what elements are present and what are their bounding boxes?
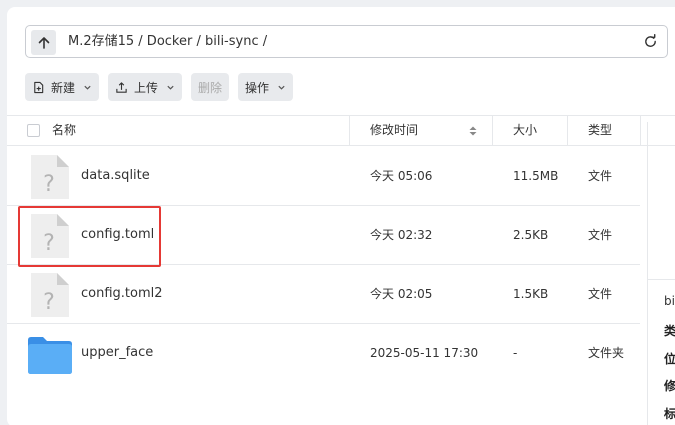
table-row[interactable]: ? data.sqlite 今天 05:06 11.5MB 文件 (7, 147, 640, 206)
action-button[interactable]: 操作 (238, 73, 293, 101)
file-modified: 今天 02:05 (370, 287, 433, 301)
details-location-label: 位置 (664, 352, 675, 366)
unknown-file-icon: ? (31, 214, 69, 258)
upload-button-label: 上传 (134, 80, 159, 95)
upload-button[interactable]: 上传 (108, 73, 182, 101)
details-type-label: 类型 (664, 324, 675, 338)
file-type: 文件夹 (588, 346, 625, 360)
file-name[interactable]: config.toml (81, 206, 154, 264)
column-header-name[interactable]: 名称 (52, 116, 76, 145)
refresh-icon (644, 33, 656, 47)
file-size: 11.5MB (513, 169, 559, 183)
folder-icon (28, 337, 72, 374)
file-modified: 今天 05:06 (370, 169, 433, 183)
file-size: 1.5KB (513, 287, 549, 301)
delete-button-label: 删除 (197, 80, 222, 95)
sort-icon[interactable] (468, 125, 478, 137)
file-name[interactable]: data.sqlite (81, 147, 150, 205)
details-panel: bili 类型 位置 修改 标签 (648, 279, 675, 425)
file-name[interactable]: config.toml2 (81, 265, 163, 323)
new-file-icon (34, 81, 44, 93)
select-all-checkbox[interactable] (27, 124, 40, 137)
column-divider[interactable] (349, 116, 350, 145)
unknown-file-icon: ? (31, 273, 69, 317)
chevron-down-icon (167, 85, 174, 90)
column-divider[interactable] (567, 116, 568, 145)
address-path[interactable]: M.2存储15 / Docker / bili-sync / (68, 26, 267, 57)
table-row[interactable]: ? config.toml2 今天 02:05 1.5KB 文件 (7, 265, 640, 324)
chevron-down-icon (84, 85, 91, 90)
refresh-button[interactable] (641, 32, 659, 50)
folder-name[interactable]: upper_face (81, 324, 153, 382)
file-size: 2.5KB (513, 228, 549, 242)
column-divider[interactable] (640, 116, 641, 145)
chevron-down-icon (278, 85, 285, 90)
file-type: 文件 (588, 228, 613, 242)
go-up-button[interactable] (31, 30, 56, 55)
table-row[interactable]: ? config.toml 今天 02:32 2.5KB 文件 (7, 206, 640, 265)
address-bar[interactable]: M.2存储15 / Docker / bili-sync / (25, 25, 668, 58)
new-button[interactable]: 新建 (25, 73, 99, 101)
details-modified-label: 修改 (664, 379, 675, 393)
arrow-up-icon (38, 36, 49, 49)
details-tags-label: 标签 (664, 407, 675, 421)
left-edge (0, 0, 7, 425)
delete-button[interactable]: 删除 (191, 73, 229, 101)
main-panel: M.2存储15 / Docker / bili-sync / 新建 上传 删除 … (7, 7, 675, 425)
table-row[interactable]: upper_face 2025-05-11 17:30 - 文件夹 (7, 324, 640, 383)
file-modified: 2025-05-11 17:30 (370, 346, 479, 360)
file-size: - (513, 346, 518, 360)
svg-text:?: ? (43, 290, 55, 315)
file-type: 文件 (588, 169, 613, 183)
file-type: 文件 (588, 287, 613, 301)
column-header-type[interactable]: 类型 (588, 116, 612, 145)
file-manager: M.2存储15 / Docker / bili-sync / 新建 上传 删除 … (0, 0, 675, 425)
details-file-name: bili (664, 294, 675, 308)
table-header: 名称 修改时间 大小 类型 (7, 115, 675, 146)
unknown-file-icon: ? (31, 155, 69, 199)
column-divider[interactable] (492, 116, 493, 145)
file-modified: 今天 02:32 (370, 228, 433, 242)
action-button-label: 操作 (245, 80, 270, 95)
column-header-size[interactable]: 大小 (513, 116, 537, 145)
svg-text:?: ? (43, 172, 55, 197)
new-button-label: 新建 (51, 80, 76, 95)
upload-icon (116, 81, 127, 93)
svg-text:?: ? (43, 231, 55, 256)
column-header-modified[interactable]: 修改时间 (370, 116, 418, 145)
